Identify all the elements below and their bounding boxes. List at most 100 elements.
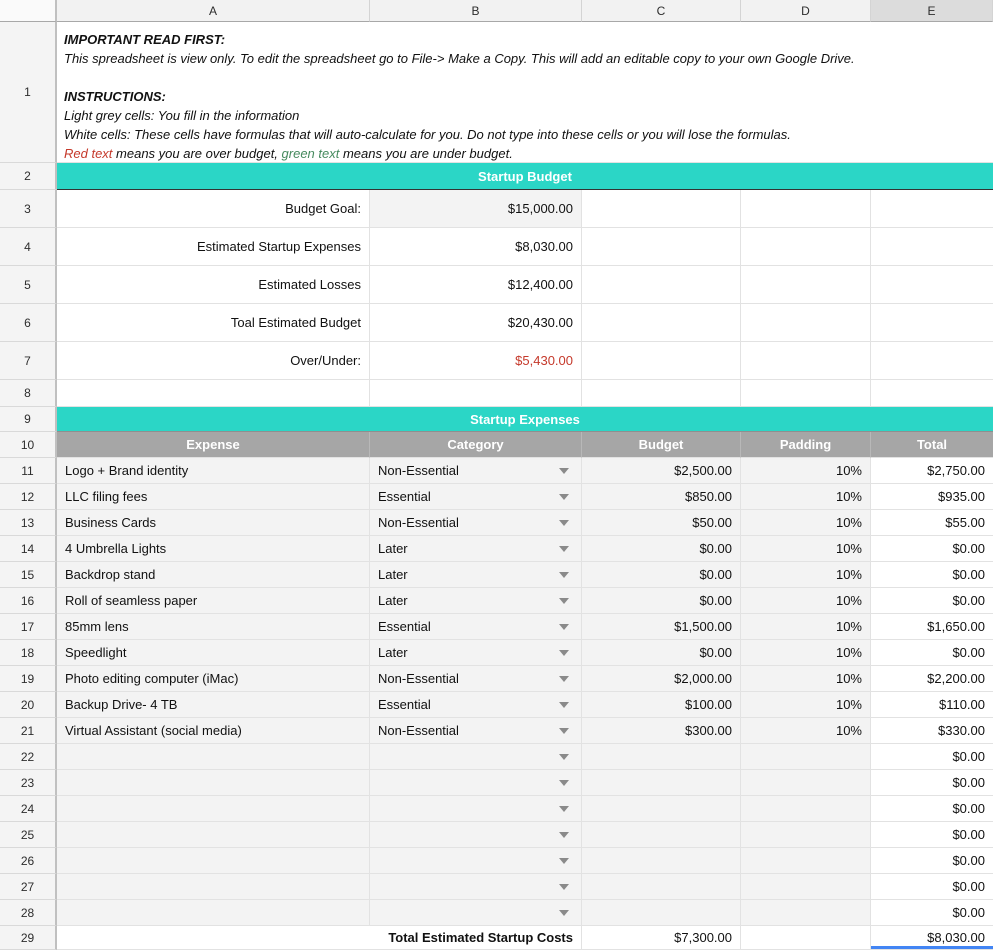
empty-cell[interactable] bbox=[741, 926, 871, 950]
dropdown-arrow-icon[interactable] bbox=[559, 520, 569, 526]
category-cell[interactable]: Later bbox=[370, 588, 582, 614]
dropdown-arrow-icon[interactable] bbox=[559, 624, 569, 630]
budget-label-cell[interactable]: Toal Estimated Budget bbox=[57, 304, 370, 342]
total-cell[interactable]: $0.00 bbox=[871, 796, 993, 822]
padding-cell[interactable] bbox=[741, 822, 871, 848]
row-header[interactable]: 27 bbox=[0, 874, 57, 900]
empty-cell[interactable] bbox=[741, 304, 871, 342]
row-header[interactable]: 3 bbox=[0, 190, 57, 228]
header-category[interactable]: Category bbox=[370, 432, 582, 458]
column-header-d[interactable]: D bbox=[741, 0, 871, 22]
dropdown-arrow-icon[interactable] bbox=[559, 910, 569, 916]
budget-value-cell[interactable]: $8,030.00 bbox=[370, 228, 582, 266]
category-cell[interactable]: Essential bbox=[370, 484, 582, 510]
dropdown-arrow-icon[interactable] bbox=[559, 832, 569, 838]
budget-cell[interactable] bbox=[582, 900, 741, 926]
empty-cell[interactable] bbox=[871, 380, 993, 407]
category-cell[interactable] bbox=[370, 744, 582, 770]
total-cell[interactable]: $0.00 bbox=[871, 562, 993, 588]
row-header-9[interactable]: 9 bbox=[0, 407, 57, 432]
budget-label-cell[interactable]: Estimated Losses bbox=[57, 266, 370, 304]
budget-cell[interactable]: $850.00 bbox=[582, 484, 741, 510]
total-cell[interactable]: $0.00 bbox=[871, 874, 993, 900]
total-cell[interactable]: $55.00 bbox=[871, 510, 993, 536]
category-cell[interactable]: Later bbox=[370, 536, 582, 562]
padding-cell[interactable]: 10% bbox=[741, 588, 871, 614]
row-header[interactable]: 25 bbox=[0, 822, 57, 848]
category-cell[interactable] bbox=[370, 796, 582, 822]
padding-cell[interactable] bbox=[741, 744, 871, 770]
empty-cell[interactable] bbox=[370, 380, 582, 407]
padding-cell[interactable] bbox=[741, 770, 871, 796]
budget-cell[interactable]: $2,000.00 bbox=[582, 666, 741, 692]
expense-cell[interactable]: Business Cards bbox=[57, 510, 370, 536]
column-header-b[interactable]: B bbox=[370, 0, 582, 22]
empty-cell[interactable] bbox=[582, 342, 741, 380]
row-header[interactable]: 22 bbox=[0, 744, 57, 770]
budget-cell[interactable] bbox=[582, 874, 741, 900]
row-header[interactable]: 15 bbox=[0, 562, 57, 588]
row-header[interactable]: 28 bbox=[0, 900, 57, 926]
budget-cell[interactable]: $0.00 bbox=[582, 536, 741, 562]
total-cell[interactable]: $0.00 bbox=[871, 536, 993, 562]
expense-cell[interactable]: 85mm lens bbox=[57, 614, 370, 640]
row-header[interactable]: 12 bbox=[0, 484, 57, 510]
budget-cell[interactable] bbox=[582, 744, 741, 770]
total-cell[interactable]: $1,650.00 bbox=[871, 614, 993, 640]
expense-cell[interactable]: Logo + Brand identity bbox=[57, 458, 370, 484]
empty-cell[interactable] bbox=[871, 190, 993, 228]
budget-cell[interactable]: $0.00 bbox=[582, 588, 741, 614]
padding-cell[interactable]: 10% bbox=[741, 536, 871, 562]
row-header-1[interactable]: 1 bbox=[0, 22, 57, 163]
row-header-2[interactable]: 2 bbox=[0, 163, 57, 190]
column-header-c[interactable]: C bbox=[582, 0, 741, 22]
budget-value-cell[interactable]: $5,430.00 bbox=[370, 342, 582, 380]
dropdown-arrow-icon[interactable] bbox=[559, 468, 569, 474]
dropdown-arrow-icon[interactable] bbox=[559, 650, 569, 656]
header-budget[interactable]: Budget bbox=[582, 432, 741, 458]
category-cell[interactable] bbox=[370, 770, 582, 796]
row-header[interactable]: 5 bbox=[0, 266, 57, 304]
row-header-8[interactable]: 8 bbox=[0, 380, 57, 407]
expense-cell[interactable] bbox=[57, 822, 370, 848]
row-header[interactable]: 24 bbox=[0, 796, 57, 822]
category-cell[interactable]: Essential bbox=[370, 614, 582, 640]
budget-value-cell[interactable]: $20,430.00 bbox=[370, 304, 582, 342]
expenses-section-title-cell[interactable]: Startup Expenses bbox=[57, 407, 993, 432]
total-label-cell[interactable]: Total Estimated Startup Costs bbox=[57, 926, 582, 950]
expense-cell[interactable]: Backdrop stand bbox=[57, 562, 370, 588]
dropdown-arrow-icon[interactable] bbox=[559, 728, 569, 734]
empty-cell[interactable] bbox=[871, 304, 993, 342]
padding-cell[interactable]: 10% bbox=[741, 614, 871, 640]
instructions-cell[interactable]: IMPORTANT READ FIRST: This spreadsheet i… bbox=[57, 22, 993, 163]
header-padding[interactable]: Padding bbox=[741, 432, 871, 458]
row-header-29[interactable]: 29 bbox=[0, 926, 57, 950]
empty-cell[interactable] bbox=[741, 380, 871, 407]
empty-cell[interactable] bbox=[871, 342, 993, 380]
total-cell[interactable]: $935.00 bbox=[871, 484, 993, 510]
header-expense[interactable]: Expense bbox=[57, 432, 370, 458]
budget-value-cell[interactable]: $12,400.00 bbox=[370, 266, 582, 304]
expense-cell[interactable] bbox=[57, 744, 370, 770]
budget-value-cell[interactable]: $15,000.00 bbox=[370, 190, 582, 228]
padding-cell[interactable]: 10% bbox=[741, 562, 871, 588]
category-cell[interactable]: Non-Essential bbox=[370, 718, 582, 744]
empty-cell[interactable] bbox=[871, 266, 993, 304]
padding-cell[interactable] bbox=[741, 900, 871, 926]
budget-cell[interactable] bbox=[582, 796, 741, 822]
total-cell[interactable]: $0.00 bbox=[871, 900, 993, 926]
expense-cell[interactable]: Virtual Assistant (social media) bbox=[57, 718, 370, 744]
row-header[interactable]: 16 bbox=[0, 588, 57, 614]
padding-cell[interactable]: 10% bbox=[741, 458, 871, 484]
total-cell[interactable]: $2,750.00 bbox=[871, 458, 993, 484]
budget-section-title-cell[interactable]: Startup Budget bbox=[57, 163, 993, 190]
empty-cell[interactable] bbox=[871, 228, 993, 266]
total-cell[interactable]: $330.00 bbox=[871, 718, 993, 744]
dropdown-arrow-icon[interactable] bbox=[559, 494, 569, 500]
expense-cell[interactable]: Photo editing computer (iMac) bbox=[57, 666, 370, 692]
dropdown-arrow-icon[interactable] bbox=[559, 546, 569, 552]
row-header[interactable]: 21 bbox=[0, 718, 57, 744]
category-cell[interactable]: Later bbox=[370, 640, 582, 666]
row-header[interactable]: 13 bbox=[0, 510, 57, 536]
budget-label-cell[interactable]: Over/Under: bbox=[57, 342, 370, 380]
